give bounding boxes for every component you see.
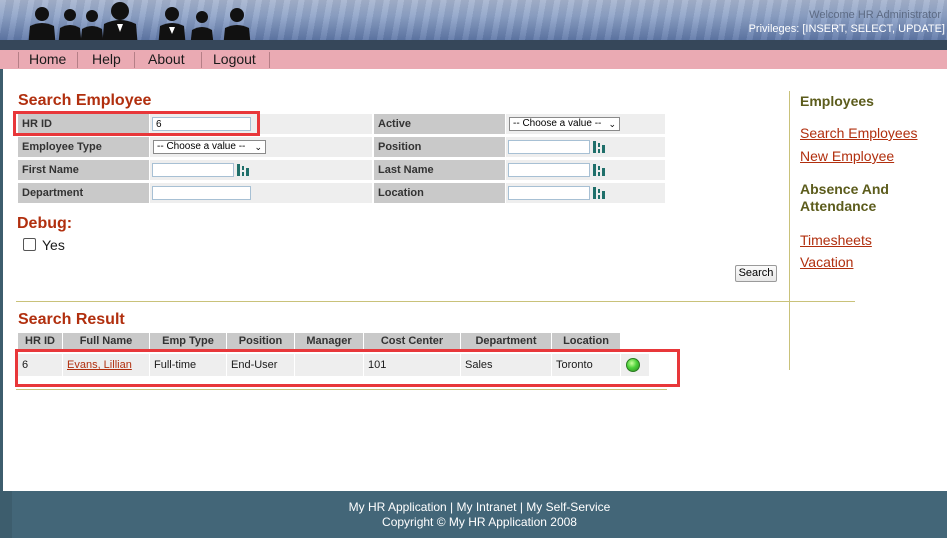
column-header-position: Position xyxy=(227,333,294,350)
lookup-picker-icon[interactable] xyxy=(592,140,606,154)
nav-separator xyxy=(201,52,202,68)
column-header-department: Department xyxy=(461,333,551,350)
search-button[interactable]: Search xyxy=(735,265,777,282)
active-cell: -- Choose a value -- ⌄ xyxy=(506,114,665,134)
result-divider xyxy=(16,389,667,390)
nav-separator xyxy=(134,52,135,68)
last-name-label: Last Name xyxy=(374,160,505,180)
lookup-picker-icon[interactable] xyxy=(236,163,250,177)
employee-type-select-value: -- Choose a value -- xyxy=(157,141,246,152)
debug-checkbox[interactable] xyxy=(23,238,36,251)
sidebar-heading-attendance: Attendance xyxy=(800,198,877,214)
column-header-emp-type: Emp Type xyxy=(150,333,226,350)
debug-title: Debug: xyxy=(17,215,73,232)
column-header-location: Location xyxy=(552,333,620,350)
last-name-cell xyxy=(506,160,665,180)
department-input[interactable] xyxy=(152,186,251,200)
department-cell xyxy=(150,183,372,203)
sidebar-link-new-employee[interactable]: New Employee xyxy=(800,148,894,164)
location-input[interactable] xyxy=(508,186,590,200)
location-label: Location xyxy=(374,183,505,203)
section-divider xyxy=(16,301,855,302)
app-footer: My HR Application | My Intranet | My Sel… xyxy=(12,491,947,538)
hr-id-highlight xyxy=(13,111,260,136)
sidebar-heading-absence: Absence And xyxy=(800,181,889,197)
sidebar-link-search-employees[interactable]: Search Employees xyxy=(800,125,918,141)
location-cell xyxy=(506,183,665,203)
nav-logout[interactable]: Logout xyxy=(213,50,256,69)
nav-home[interactable]: Home xyxy=(29,50,66,69)
header-divider xyxy=(0,40,947,50)
search-result-title: Search Result xyxy=(18,311,125,328)
business-people-logo xyxy=(28,2,251,40)
sidebar-heading-employees: Employees xyxy=(800,93,874,109)
nav-help[interactable]: Help xyxy=(92,50,121,69)
column-header-cost-center: Cost Center xyxy=(364,333,460,350)
column-header-manager: Manager xyxy=(295,333,363,350)
sidebar-divider xyxy=(789,91,790,370)
main-nav: Home Help About Logout xyxy=(0,50,947,69)
nav-about[interactable]: About xyxy=(148,50,185,69)
active-select[interactable]: -- Choose a value -- ⌄ xyxy=(509,117,620,131)
sidebar-link-timesheets[interactable]: Timesheets xyxy=(800,232,872,248)
first-name-label: First Name xyxy=(18,160,149,180)
app-header: Welcome HR Administrator Privileges: [IN… xyxy=(0,0,947,40)
chevron-down-icon: ⌄ xyxy=(254,142,262,152)
result-row-highlight xyxy=(15,349,680,387)
nav-separator xyxy=(77,52,78,68)
position-label: Position xyxy=(374,137,505,157)
employee-type-cell: -- Choose a value -- ⌄ xyxy=(150,137,372,157)
column-header-full-name: Full Name xyxy=(63,333,149,350)
position-cell xyxy=(506,137,665,157)
sidebar-link-vacation[interactable]: Vacation xyxy=(800,254,853,270)
nav-separator xyxy=(18,52,19,68)
debug-checkbox-label: Yes xyxy=(42,237,65,253)
active-label: Active xyxy=(374,114,505,134)
active-select-value: -- Choose a value -- xyxy=(513,118,602,129)
nav-separator xyxy=(269,52,270,68)
column-header-hr-id: HR ID xyxy=(18,333,62,350)
lookup-picker-icon[interactable] xyxy=(592,186,606,200)
search-employee-title: Search Employee xyxy=(18,92,152,109)
privileges-text: Privileges: [INSERT, SELECT, UPDATE] xyxy=(748,23,945,35)
position-input[interactable] xyxy=(508,140,590,154)
first-name-cell xyxy=(150,160,372,180)
employee-type-label: Employee Type xyxy=(18,137,149,157)
footer-copyright: Copyright © My HR Application 2008 xyxy=(382,515,577,529)
welcome-text: Welcome HR Administrator xyxy=(809,9,941,21)
first-name-input[interactable] xyxy=(152,163,234,177)
department-label: Department xyxy=(18,183,149,203)
browser-frame: Welcome HR Administrator Privileges: [IN… xyxy=(0,0,947,538)
footer-links[interactable]: My HR Application | My Intranet | My Sel… xyxy=(12,500,947,514)
lookup-picker-icon[interactable] xyxy=(592,163,606,177)
last-name-input[interactable] xyxy=(508,163,590,177)
main-content: Search Employee HR ID Active -- Choose a… xyxy=(3,69,947,491)
employee-type-select[interactable]: -- Choose a value -- ⌄ xyxy=(153,140,266,154)
chevron-down-icon: ⌄ xyxy=(608,119,616,129)
